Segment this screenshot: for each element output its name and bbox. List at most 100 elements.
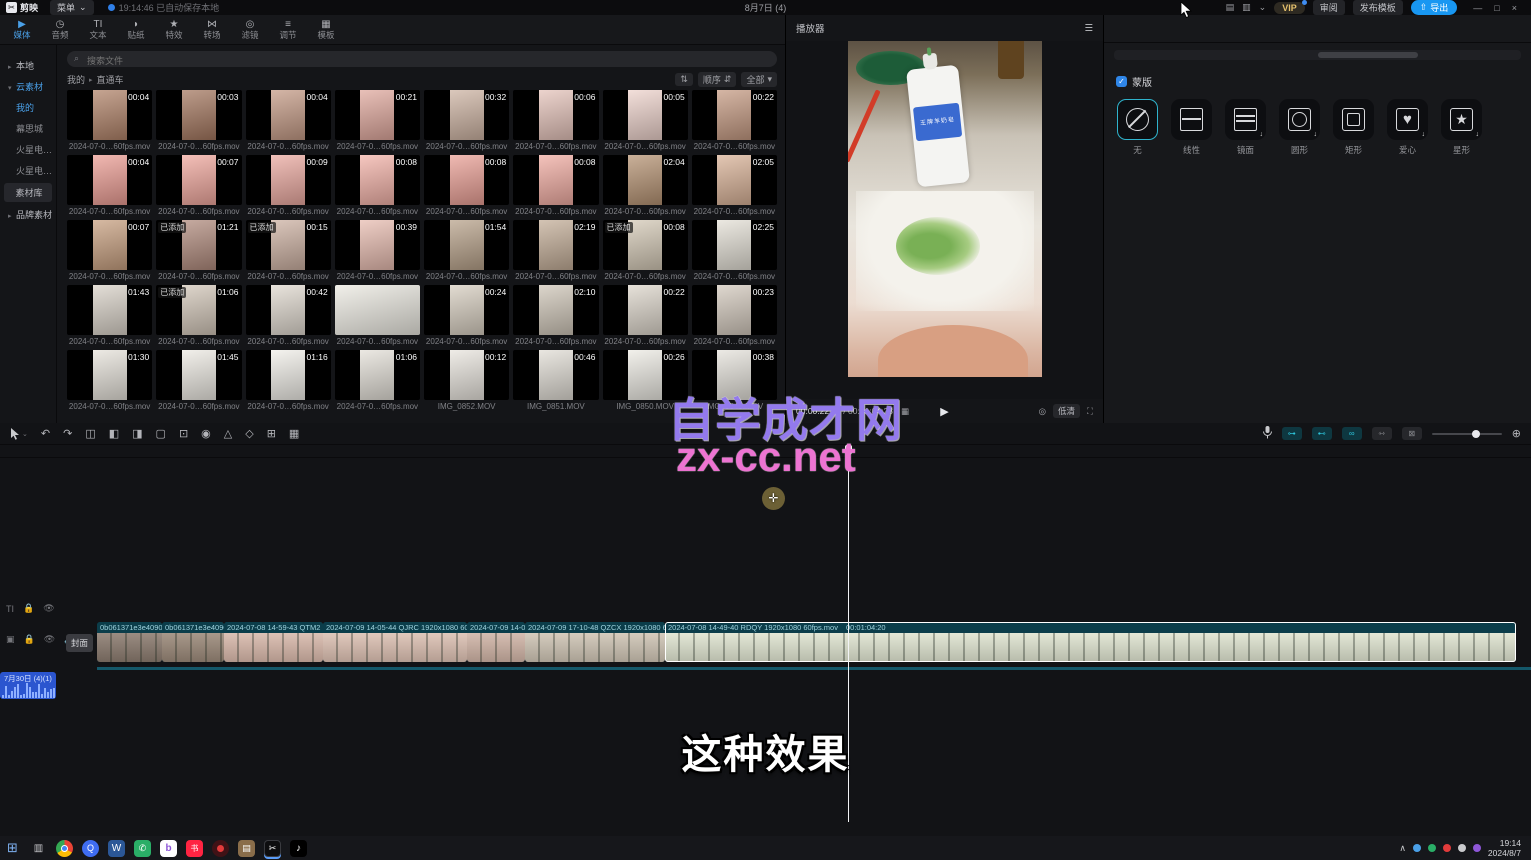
taskbar-app-icon[interactable]: 书 — [186, 840, 203, 857]
mask-option[interactable]: ↓ 无 — [1114, 99, 1161, 156]
eye-icon[interactable]: 👁 — [43, 603, 54, 614]
ribbon-tab[interactable]: ★ 特效 — [156, 19, 192, 40]
mask-option[interactable]: ↓ 圆形 — [1276, 99, 1323, 156]
video-clip[interactable]: 0b061371e3e4090 — [97, 622, 162, 662]
chevron-down-icon[interactable]: ⌄ — [1259, 2, 1267, 13]
timeline-tool-button[interactable]: △ — [224, 427, 232, 440]
minimize-button[interactable]: — — [1473, 3, 1482, 13]
sidebar-item[interactable]: 素材库 — [4, 183, 52, 202]
media-item[interactable]: 已添加 00:05 2024-07-0…60fps.mov — [603, 90, 688, 151]
timeline-toggle[interactable]: ⊷ — [1312, 427, 1332, 440]
inspector-subtab[interactable] — [1418, 52, 1519, 58]
inspector-subtab[interactable] — [1318, 52, 1419, 58]
select-tool[interactable]: ⌄ — [10, 428, 28, 440]
tray-icon[interactable] — [1473, 844, 1481, 852]
media-item[interactable]: 已添加 00:08 2024-07-0…60fps.mov — [603, 220, 688, 281]
tray-icon[interactable] — [1443, 844, 1451, 852]
ribbon-tab[interactable]: ◗ 贴纸 — [118, 19, 154, 40]
lock-icon[interactable]: 🔒 — [23, 603, 34, 614]
media-item[interactable]: 已添加 01:30 2024-07-0…60fps.mov — [67, 350, 152, 411]
timeline-tool-button[interactable]: ▦ — [289, 427, 299, 440]
media-item[interactable]: 已添加 00:08 2024-07-0…60fps.mov — [335, 155, 420, 216]
timeline-zoom-slider[interactable] — [1432, 433, 1502, 435]
layout-panel-icon[interactable]: ▤ — [1226, 2, 1235, 13]
ribbon-tab[interactable]: ▦ 模板 — [308, 19, 344, 40]
media-item[interactable]: 已添加 00:07 2024-07-0…60fps.mov — [67, 220, 152, 281]
mask-option[interactable]: ↓ 星形 — [1438, 99, 1485, 156]
mask-option[interactable]: ↓ 线性 — [1168, 99, 1215, 156]
media-item[interactable]: 已添加 02:25 2024-07-0…60fps.mov — [692, 220, 777, 281]
media-item[interactable]: 已添加 00:09 2024-07-0…60fps.mov — [246, 155, 331, 216]
media-item[interactable]: 已添加 00:04 2024-07-0…60fps.mov — [246, 90, 331, 151]
media-item[interactable]: 已添加 00:04 2024-07-0…60fps.mov — [67, 155, 152, 216]
ribbon-tab[interactable]: ⋈ 转场 — [194, 19, 230, 40]
media-item[interactable]: 已添加 2024-07-0…60fps.mov — [335, 285, 420, 346]
taskbar-clock[interactable]: 19:14 2024/8/7 — [1488, 838, 1521, 858]
taskbar-app-icon[interactable] — [212, 840, 229, 857]
timeline-tool-button[interactable]: ◨ — [132, 427, 142, 440]
video-clip[interactable]: 2024-07-08 14-59-43 QTM2 192 — [224, 622, 323, 662]
video-clip[interactable]: 2024-07-09 14-05 — [467, 622, 525, 662]
media-item[interactable]: 已添加 02:05 2024-07-0…60fps.mov — [692, 155, 777, 216]
mask-option[interactable]: ↓ 镜面 — [1222, 99, 1269, 156]
video-clip[interactable]: 2024-07-08 14-49-40 RDQY 1920x1080 60fps… — [665, 622, 1516, 662]
media-item[interactable]: 已添加 00:04 2024-07-0…60fps.mov — [67, 90, 152, 151]
media-item[interactable]: 已添加 00:22 2024-07-0…60fps.mov — [603, 285, 688, 346]
video-clip[interactable]: 2024-07-09 17-10-48 QZCX 1920x1080 60fps… — [525, 622, 665, 662]
media-item[interactable]: 已添加 01:21 2024-07-0…60fps.mov — [156, 220, 241, 281]
taskbar-app-icon[interactable]: ▥ — [30, 840, 47, 857]
sidebar-item[interactable]: 我的 — [0, 97, 56, 118]
sort-direction-button[interactable]: ⇅ — [675, 73, 693, 86]
mask-checkbox[interactable]: ✓ — [1116, 76, 1127, 87]
tray-icon[interactable] — [1428, 844, 1436, 852]
media-item[interactable]: 已添加 01:16 2024-07-0…60fps.mov — [246, 350, 331, 411]
taskbar-app-icon[interactable]: ▤ — [238, 840, 255, 857]
timeline-tool-button[interactable]: ◫ — [85, 427, 95, 440]
sort-order-dropdown[interactable]: 顺序 ⇵ — [698, 72, 737, 87]
timeline-tool-button[interactable]: ◉ — [201, 427, 211, 440]
timeline-tool-button[interactable]: ◇ — [245, 427, 253, 440]
media-item[interactable]: 已添加 01:06 2024-07-0…60fps.mov — [335, 350, 420, 411]
search-input[interactable] — [67, 53, 777, 69]
inspector-subtab[interactable] — [1116, 52, 1217, 58]
breadcrumb[interactable]: 我的 ▸ 直通车 — [67, 73, 124, 86]
publish-template-button[interactable]: 发布模板 — [1353, 0, 1403, 15]
sidebar-item[interactable]: ▸ 品牌素材 — [0, 204, 56, 225]
media-item[interactable]: 已添加 00:23 2024-07-0…60fps.mov — [692, 285, 777, 346]
media-item[interactable]: 已添加 00:03 2024-07-0…60fps.mov — [156, 90, 241, 151]
video-clip[interactable]: 0b061371e3e4090 — [162, 622, 224, 662]
audio-clip[interactable]: 7月30日 (4)(1) — [0, 672, 56, 699]
maximize-button[interactable]: □ — [1494, 3, 1499, 13]
timeline-toggle[interactable]: ⇿ — [1372, 427, 1392, 440]
sidebar-item[interactable]: ▾ 云素材 — [0, 76, 56, 97]
media-item[interactable]: 已添加 00:22 2024-07-0…60fps.mov — [692, 90, 777, 151]
tray-chevron-icon[interactable]: ∧ — [1399, 843, 1406, 854]
media-item[interactable]: 已添加 00:07 2024-07-0…60fps.mov — [156, 155, 241, 216]
fit-timeline-button[interactable]: ⊕ — [1512, 427, 1521, 440]
media-item[interactable]: 已添加 00:12 IMG_0852.MOV — [424, 350, 509, 411]
media-item[interactable]: 已添加 00:39 2024-07-0…60fps.mov — [335, 220, 420, 281]
close-button[interactable]: × — [1512, 3, 1517, 13]
taskbar-app-icon[interactable]: ⊞ — [4, 840, 21, 857]
timeline-tool-button[interactable]: ↶ — [41, 427, 50, 440]
mask-option[interactable]: ↓ 矩形 — [1330, 99, 1377, 156]
ribbon-tab[interactable]: ▶ 媒体 — [4, 19, 40, 40]
slider-handle-icon[interactable] — [1472, 430, 1480, 438]
media-item[interactable]: 已添加 00:32 2024-07-0…60fps.mov — [424, 90, 509, 151]
media-item[interactable]: 已添加 00:15 2024-07-0…60fps.mov — [246, 220, 331, 281]
taskbar-app-icon[interactable]: ♪ — [290, 840, 307, 857]
taskbar-app-icon[interactable]: W — [108, 840, 125, 857]
timeline-tool-button[interactable]: ↷ — [63, 427, 72, 440]
sidebar-item[interactable]: 火星电… — [0, 160, 56, 181]
timeline-tool-button[interactable]: ⊡ — [179, 427, 188, 440]
player-stage[interactable]: 王牌羊奶皂 — [786, 41, 1103, 399]
sidebar-item[interactable]: 火星电… — [0, 139, 56, 160]
vip-badge[interactable]: VIP — [1274, 2, 1305, 14]
tray-icon[interactable] — [1458, 844, 1466, 852]
sidebar-item[interactable]: ▸ 本地 — [0, 55, 56, 76]
sidebar-item[interactable]: 幕思城 — [0, 118, 56, 139]
filter-dropdown[interactable]: 全部 ▾ — [741, 72, 777, 87]
tracking-icon[interactable]: ◎ — [1039, 406, 1046, 417]
media-item[interactable]: 已添加 01:54 2024-07-0…60fps.mov — [424, 220, 509, 281]
media-item[interactable]: 已添加 00:42 2024-07-0…60fps.mov — [246, 285, 331, 346]
